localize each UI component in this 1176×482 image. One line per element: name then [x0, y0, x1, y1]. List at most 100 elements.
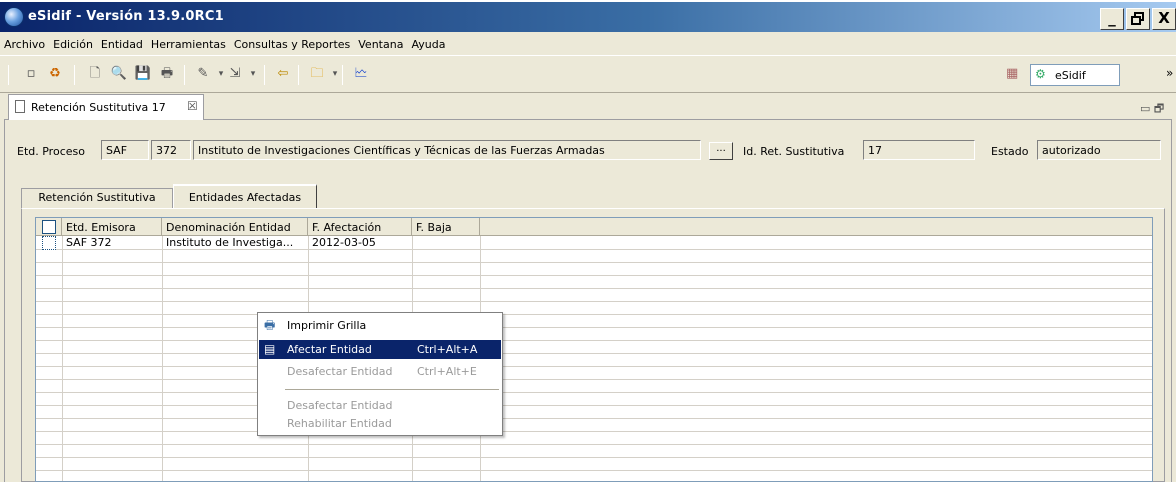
inner-tabs: Retención Sustitutiva Entidades Afectada…	[21, 184, 1161, 208]
grid-line	[162, 236, 163, 481]
menu-item-imprimir-grilla[interactable]: 🖶 Imprimir Grilla	[259, 316, 501, 335]
table-row[interactable]	[36, 289, 1152, 302]
close-button[interactable]: X	[1152, 8, 1176, 30]
estado-label: Estado	[991, 145, 1029, 158]
table-cell: 2012-03-05	[312, 236, 376, 249]
toolbar-separator	[298, 65, 299, 85]
menu-item-shortcut: Ctrl+Alt+A	[417, 343, 478, 356]
toolbar: ▫ ♻ 🗋 🔍 💾 🖶 ✎ ▾ ⇲ ▾ ⇦ 🗀 ▾ 🗠 ▦ ⚙ eSidif »	[0, 55, 1176, 93]
id-ret-field[interactable]: 17	[863, 140, 975, 160]
menu-consultas-reportes[interactable]: Consultas y Reportes	[234, 38, 350, 51]
maximize-button[interactable]	[1126, 8, 1150, 30]
table-row[interactable]	[36, 276, 1152, 289]
proceso-code-field[interactable]: SAF	[101, 140, 149, 160]
table-row[interactable]	[36, 380, 1152, 393]
table-row[interactable]	[36, 406, 1152, 419]
toolbar-separator	[184, 65, 185, 85]
edit-icon[interactable]: ✎	[194, 65, 212, 83]
menu-bar: Archivo Edición Entidad Herramientas Con…	[0, 33, 1176, 55]
col-etd-emisora[interactable]: Etd. Emisora	[62, 218, 162, 236]
entidades-table: Etd. Emisora Denominación Entidad F. Afe…	[35, 217, 1153, 482]
table-header: Etd. Emisora Denominación Entidad F. Afe…	[36, 218, 1152, 236]
menu-separator	[285, 389, 499, 390]
proceso-num-field[interactable]: 372	[151, 140, 191, 160]
print-icon[interactable]: 🖶	[158, 65, 176, 83]
toolbar-separator	[74, 65, 75, 85]
proceso-name-field[interactable]: Instituto de Investigaciones Científicas…	[193, 140, 701, 160]
toolbar-separator	[342, 65, 343, 85]
menu-item-rehabilitar-entidad: Rehabilitar Entidad	[259, 414, 501, 433]
tab-entidades-afectadas[interactable]: Entidades Afectadas	[173, 184, 317, 208]
minimize-button[interactable]: _	[1100, 8, 1124, 30]
minimize-view-icon[interactable]: ▭	[1140, 102, 1150, 115]
table-row[interactable]	[36, 458, 1152, 471]
col-f-afectacion[interactable]: F. Afectación	[308, 218, 412, 236]
table-row[interactable]	[36, 328, 1152, 341]
perspective-switcher[interactable]: ⚙ eSidif	[1030, 64, 1120, 86]
select-all-checkbox[interactable]	[42, 220, 56, 234]
table-row[interactable]	[36, 445, 1152, 458]
menu-item-label: Rehabilitar Entidad	[287, 417, 392, 430]
menu-item-label: Desafectar Entidad	[287, 399, 393, 412]
report-icon[interactable]: 🗠	[352, 65, 370, 83]
menu-herramientas[interactable]: Herramientas	[151, 38, 226, 51]
menu-ayuda[interactable]: Ayuda	[411, 38, 445, 51]
editor-area: Etd. Proceso SAF 372 Instituto de Invest…	[4, 120, 1172, 482]
tab-retencion-sustitutiva[interactable]: Retención Sustitutiva	[21, 188, 173, 208]
app-logo-icon	[4, 7, 24, 27]
table-row[interactable]	[36, 471, 1152, 481]
row-checkbox[interactable]	[42, 236, 56, 250]
table-row[interactable]	[36, 354, 1152, 367]
folder-icon[interactable]: 🗀	[308, 65, 326, 83]
browse-button[interactable]: ...	[709, 142, 733, 160]
menu-item-label: Afectar Entidad	[287, 343, 372, 356]
table-row[interactable]	[36, 367, 1152, 380]
import-dropdown-icon[interactable]: ▾	[244, 65, 262, 83]
open-perspective-icon[interactable]: ▦	[1006, 66, 1018, 81]
toolbar-overflow-icon[interactable]: »	[1166, 66, 1173, 80]
proceso-label: Etd. Proceso	[17, 145, 85, 158]
table-row[interactable]	[36, 419, 1152, 432]
affect-entity-icon: ▤	[264, 342, 276, 356]
navigate-back-icon[interactable]: ⇦	[274, 65, 292, 83]
col-f-baja[interactable]: F. Baja	[412, 218, 480, 236]
table-row[interactable]	[36, 341, 1152, 354]
menu-ventana[interactable]: Ventana	[358, 38, 403, 51]
table-row[interactable]	[36, 250, 1152, 263]
table-cell: Instituto de Investiga...	[166, 236, 294, 249]
table-row[interactable]: SAF 372 Instituto de Investiga... 2012-03-…	[36, 236, 1152, 250]
restore-view-icon[interactable]: ▫	[22, 65, 40, 83]
menu-item-desafectar-entidad: Desafectar Entidad Ctrl+Alt+E	[259, 362, 501, 381]
table-row[interactable]	[36, 263, 1152, 276]
id-ret-label: Id. Ret. Sustitutiva	[743, 145, 845, 158]
menu-entidad[interactable]: Entidad	[101, 38, 143, 51]
save-icon[interactable]: 💾	[134, 65, 152, 83]
tab-retencion-sustitutiva-17[interactable]: Retención Sustitutiva 17 ☒	[8, 94, 204, 120]
toolbar-separator	[264, 65, 265, 85]
table-row[interactable]	[36, 432, 1152, 445]
table-row[interactable]	[36, 315, 1152, 328]
import-icon[interactable]: ⇲	[226, 65, 244, 83]
menu-item-label: Desafectar Entidad	[287, 365, 393, 378]
search-icon[interactable]: 🔍	[110, 65, 128, 83]
title-bar: eSidif - Versión 13.9.0RC1 _ X	[0, 0, 1176, 32]
col-denominacion[interactable]: Denominación Entidad	[162, 218, 308, 236]
grid-line	[62, 236, 63, 481]
menu-archivo[interactable]: Archivo	[4, 38, 45, 51]
table-row[interactable]	[36, 302, 1152, 315]
table-row[interactable]	[36, 393, 1152, 406]
select-all-column	[36, 218, 62, 236]
menu-item-afectar-entidad[interactable]: ▤ Afectar Entidad Ctrl+Alt+A	[259, 340, 501, 359]
new-document-icon[interactable]: 🗋	[86, 65, 104, 83]
header-fields: Etd. Proceso SAF 372 Instituto de Invest…	[5, 140, 1165, 162]
toolbar-separator	[8, 65, 9, 85]
close-tab-icon[interactable]: ☒	[187, 99, 198, 113]
view-controls: ▭ 🗗	[1140, 100, 1164, 119]
maximize-view-icon[interactable]: 🗗	[1154, 102, 1164, 115]
document-icon	[15, 100, 25, 113]
editor-tab-row: Retención Sustitutiva 17 ☒	[4, 94, 1172, 120]
hierarchy-icon[interactable]: ♻	[46, 65, 64, 83]
window-title: eSidif - Versión 13.9.0RC1	[28, 9, 224, 24]
estado-field[interactable]: autorizado	[1037, 140, 1161, 160]
menu-edicion[interactable]: Edición	[53, 38, 93, 51]
